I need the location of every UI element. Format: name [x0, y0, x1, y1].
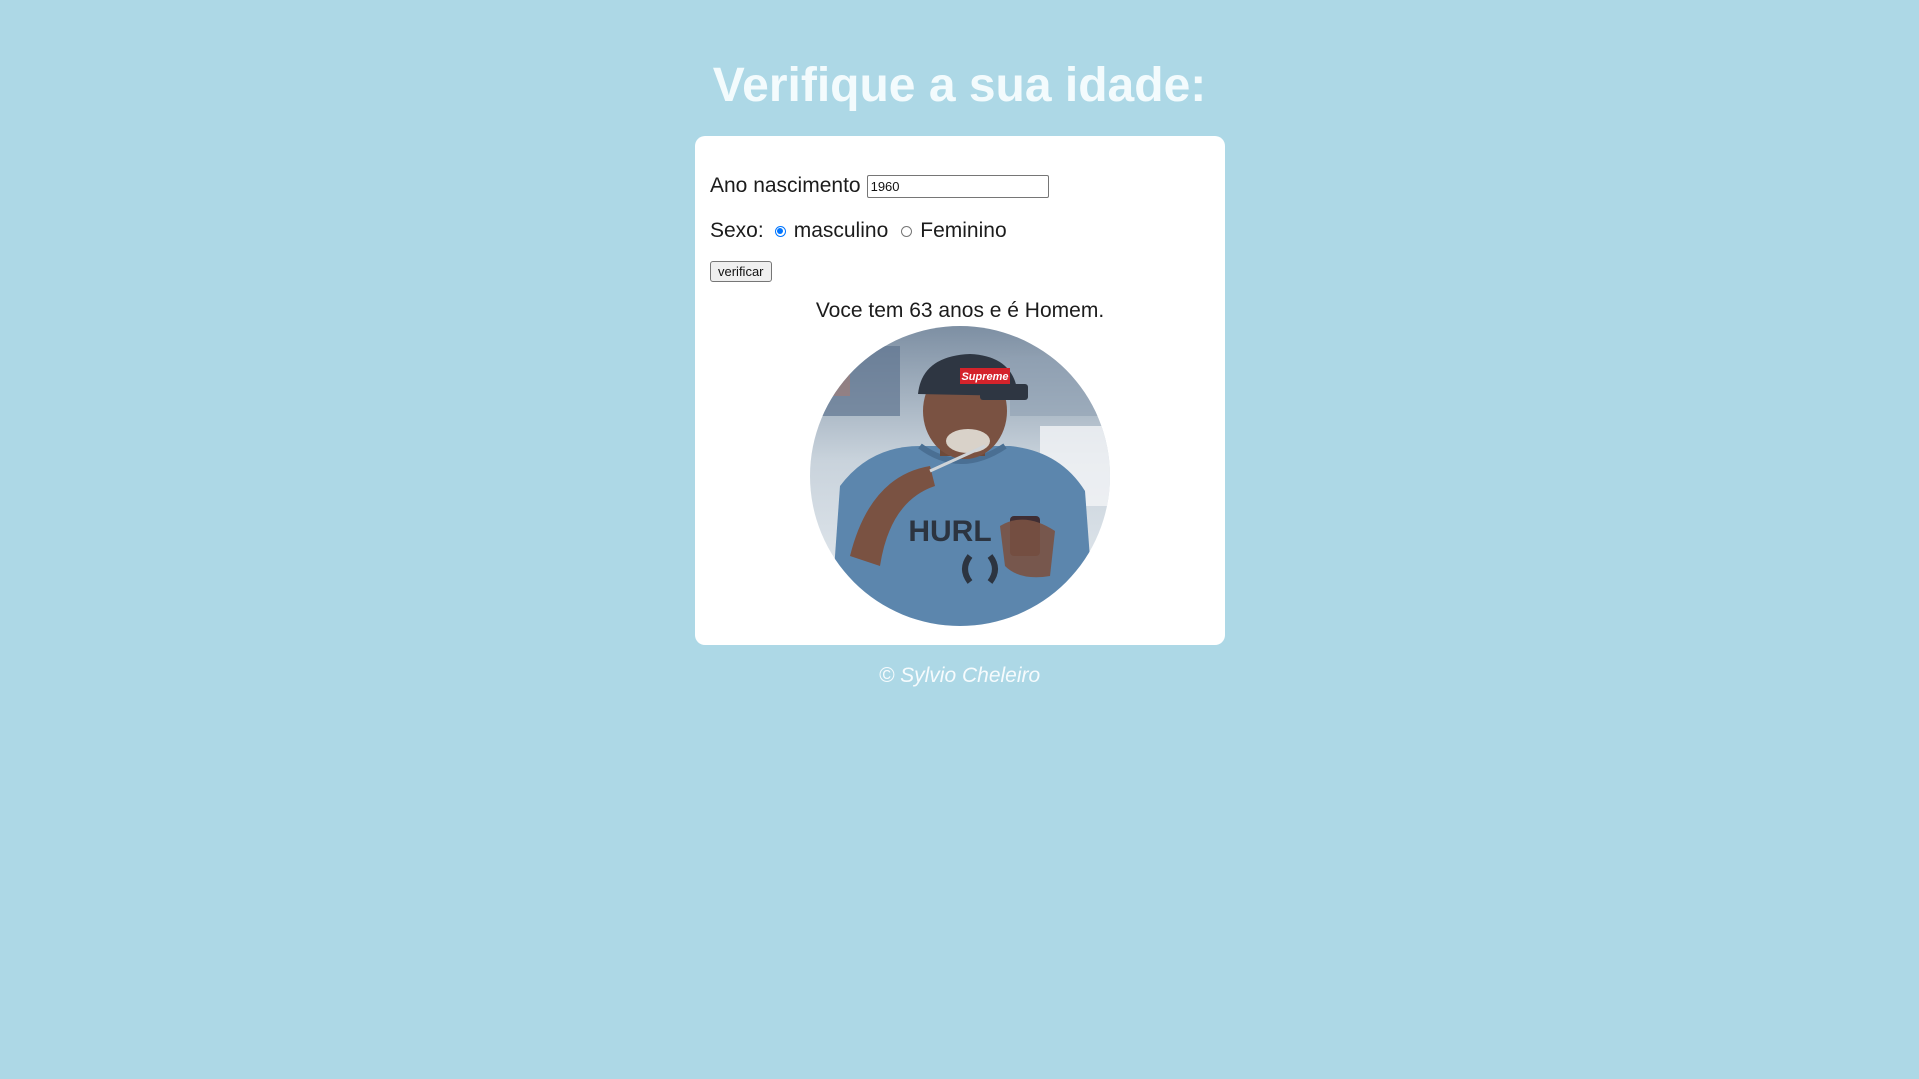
age-check-card: Ano nascimento Sexo: masculino Feminino … [695, 136, 1225, 645]
sex-radio-masculino[interactable] [774, 225, 786, 237]
sex-radio-feminino[interactable] [901, 225, 913, 237]
page-title: Verifique a sua idade: [712, 59, 1207, 112]
sex-option-masculino-label[interactable]: masculino [794, 219, 889, 243]
sex-row: Sexo: masculino Feminino [710, 216, 1009, 246]
cap-logo-text: Supreme [961, 371, 1008, 383]
birth-year-label: Ano nascimento [710, 174, 861, 197]
result-message: Voce tem 63 anos e é Homem. [815, 299, 1105, 322]
sex-option-feminino-label[interactable]: Feminino [920, 219, 1006, 243]
result-photo: Supreme HURL [810, 326, 1110, 626]
elderly-man-photo-icon: Supreme HURL [810, 326, 1110, 626]
birth-year-input[interactable] [866, 174, 1049, 198]
footer-credit: © Sylvio Cheleiro [878, 664, 1041, 687]
sex-label: Sexo: [710, 219, 764, 242]
shirt-logo-text: HURL [908, 515, 991, 548]
verify-button[interactable]: verificar [710, 261, 772, 282]
birth-year-row: Ano nascimento [710, 171, 1049, 201]
